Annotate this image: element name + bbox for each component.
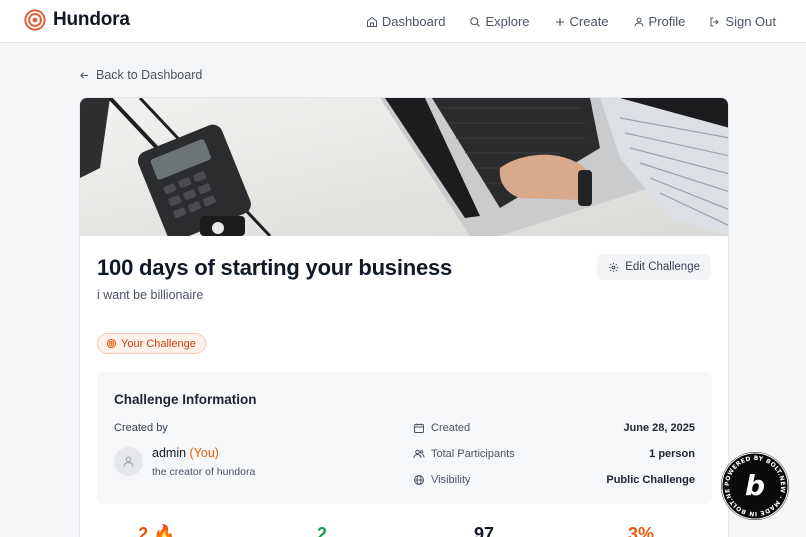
meta-row-visibility: Visibility Public Challenge [413, 472, 695, 488]
meta-label-created: Created [431, 422, 471, 434]
brand[interactable]: Hundora [24, 9, 130, 31]
search-icon [470, 16, 481, 27]
top-navbar: Hundora Dashboard Explore Create Profile… [0, 0, 806, 43]
stat-days-remaining: 97 [473, 524, 495, 537]
plus-icon [555, 17, 564, 26]
arrow-left-icon [80, 71, 89, 79]
meta-row-participants: Total Participants 1 person [413, 446, 695, 462]
sign-out-icon [710, 17, 720, 26]
creator-you-tag: (You) [189, 446, 219, 460]
avatar [114, 447, 143, 476]
nav-explore[interactable]: Explore [469, 14, 530, 29]
back-link-label: Back to Dashboard [96, 68, 203, 82]
nav-profile[interactable]: Profile [633, 14, 686, 29]
users-icon [413, 449, 425, 459]
meta-label-visibility: Visibility [431, 474, 471, 486]
challenge-cover-image [80, 98, 728, 236]
challenge-title: 100 days of starting your business [97, 255, 453, 280]
nav-create[interactable]: Create [554, 14, 609, 29]
edit-challenge-button[interactable]: Edit Challenge [597, 254, 711, 280]
creator-description: the creator of hundora [152, 466, 256, 478]
brand-name: Hundora [53, 9, 130, 30]
edit-challenge-label: Edit Challenge [625, 261, 700, 273]
challenge-card: 100 days of starting your business i wan… [79, 97, 729, 537]
target-icon [106, 338, 117, 349]
target-logo-icon [24, 9, 46, 31]
meta-row-created: Created June 28, 2025 [413, 420, 695, 436]
bolt-badge-icon[interactable]: POWERED BY BOLT.NEW · MADE IN BOLT.NEW ·… [720, 451, 790, 521]
stat-current-streak: 2 🔥 [138, 524, 176, 537]
nav-create-label: Create [569, 14, 609, 29]
nav-dashboard[interactable]: Dashboard [366, 14, 446, 29]
calendar-icon [414, 423, 424, 433]
bolt-letter: b [745, 469, 765, 502]
user-icon [123, 456, 134, 467]
meta-value-participants: 1 person [649, 448, 695, 460]
gear-icon [609, 262, 619, 272]
stat-days-completed: 2 [316, 524, 327, 537]
stats-row: 2 🔥 2 97 3% [97, 520, 712, 537]
nav-profile-label: Profile [648, 14, 686, 29]
badge-label: Your Challenge [121, 337, 196, 350]
meta-value-visibility: Public Challenge [606, 474, 695, 486]
created-by-label: Created by [114, 422, 168, 434]
creator-name[interactable]: admin (You) [152, 446, 219, 460]
meta-label-participants: Total Participants [431, 448, 515, 460]
challenge-description: i want be billionaire [97, 288, 204, 302]
nav-sign-out[interactable]: Sign Out [709, 14, 776, 29]
stat-progress: 3% [627, 524, 654, 537]
nav-explore-label: Explore [485, 14, 530, 29]
your-challenge-badge: Your Challenge [97, 333, 206, 354]
main-nav: Dashboard Explore Create Profile Sign Ou… [342, 0, 776, 43]
home-icon [366, 16, 377, 27]
challenge-information-panel: Challenge Information Created by admin (… [97, 372, 712, 504]
creator-name-text: admin [152, 446, 187, 460]
nav-sign-out-label: Sign Out [725, 14, 776, 29]
back-to-dashboard-link[interactable]: Back to Dashboard [79, 68, 202, 82]
user-icon [634, 17, 644, 27]
info-heading: Challenge Information [114, 392, 257, 407]
globe-icon [414, 475, 424, 485]
meta-value-created: June 28, 2025 [623, 422, 695, 434]
nav-dashboard-label: Dashboard [381, 14, 446, 29]
